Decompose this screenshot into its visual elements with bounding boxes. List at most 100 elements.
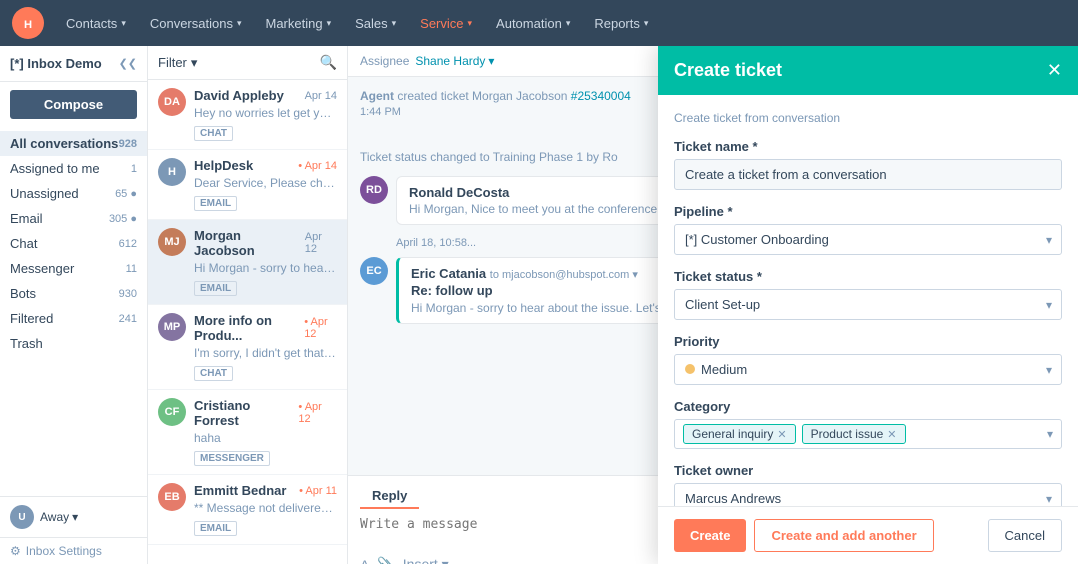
sidebar-item-email[interactable]: Email 305 ● [0, 206, 147, 231]
list-item[interactable]: MP More info on Produ... • Apr 12 I'm so… [148, 305, 347, 390]
sidebar-item-bots[interactable]: Bots 930 [0, 281, 147, 306]
conv-date: • Apr 14 [298, 160, 337, 172]
sidebar-item-label: Messenger [10, 261, 74, 276]
avatar: MJ [158, 228, 186, 256]
sidebar-item-unassigned[interactable]: Unassigned 65 ● [0, 181, 147, 206]
conv-name: More info on Produ... [194, 313, 304, 343]
conv-date: • Apr 12 [304, 316, 337, 340]
conv-name: David Appleby [194, 88, 284, 103]
sidebar-collapse[interactable]: ❮❮ [119, 57, 137, 70]
avatar: H [158, 158, 186, 186]
list-item[interactable]: DA David Appleby Apr 14 Hey no worries l… [148, 80, 347, 150]
avatar: RD [360, 176, 388, 204]
cancel-button[interactable]: Cancel [988, 519, 1062, 552]
owner-group: Ticket owner Marcus Andrews [674, 463, 1062, 506]
msg-sender: Eric Catania to mjacobson@hubspot.com ▾ [411, 266, 683, 281]
avatar: DA [158, 88, 186, 116]
assignee-label: Assignee [360, 54, 409, 68]
nav-contacts[interactable]: Contacts ▾ [56, 12, 136, 35]
nav-sales[interactable]: Sales ▾ [345, 12, 406, 35]
ticket-panel-body: Create ticket from conversation Ticket n… [658, 95, 1078, 506]
sidebar-item-count: 612 [119, 238, 137, 250]
svg-text:H: H [24, 19, 32, 31]
reply-tab[interactable]: Reply [360, 484, 419, 509]
nav-automation[interactable]: Automation ▾ [486, 12, 580, 35]
priority-select[interactable]: Medium [674, 354, 1062, 385]
sidebar-item-filtered[interactable]: Filtered 241 [0, 306, 147, 331]
conv-tag: EMAIL [194, 196, 237, 211]
close-button[interactable]: ✕ [1047, 60, 1062, 81]
nav-marketing[interactable]: Marketing ▾ [255, 12, 341, 35]
avatar: EB [158, 483, 186, 511]
list-item[interactable]: MJ Morgan Jacobson Apr 12 Hi Morgan - so… [148, 220, 347, 305]
sidebar-item-label: Email [10, 211, 43, 226]
conv-preview: Hi Morgan - sorry to hear about th... [194, 261, 337, 275]
ticket-panel-footer: Create Create and add another Cancel [658, 506, 1078, 564]
conv-tag: CHAT [194, 366, 233, 381]
text-format-icon[interactable]: A [360, 557, 369, 564]
nav-reports[interactable]: Reports ▾ [584, 12, 658, 35]
nav-conversations[interactable]: Conversations ▾ [140, 12, 252, 35]
sidebar-item-count: 305 ● [109, 213, 137, 225]
sidebar-item-all-conversations[interactable]: All conversations 928 [0, 131, 147, 156]
conversation-items: DA David Appleby Apr 14 Hey no worries l… [148, 80, 347, 564]
logo[interactable]: H [12, 7, 44, 39]
category-group: Category General inquiry ✕ Product issue… [674, 399, 1062, 449]
pipeline-group: Pipeline * [*] Customer Onboarding [674, 204, 1062, 255]
conv-date: Apr 12 [305, 231, 337, 255]
top-nav: H Contacts ▾ Conversations ▾ Marketing ▾… [0, 0, 1078, 46]
ticket-name-input[interactable] [674, 159, 1062, 190]
status-select[interactable]: Client Set-up [674, 289, 1062, 320]
ticket-subtitle: Create ticket from conversation [674, 111, 1062, 125]
list-item[interactable]: H HelpDesk • Apr 14 Dear Service, Please… [148, 150, 347, 220]
create-button[interactable]: Create [674, 519, 746, 552]
owner-label: Ticket owner [674, 463, 1062, 478]
avatar: EC [360, 257, 388, 285]
sidebar: [*] Inbox Demo ❮❮ Compose All conversati… [0, 46, 148, 564]
attachment-icon[interactable]: 📎 [377, 556, 394, 564]
ticket-name-group: Ticket name * [674, 139, 1062, 190]
sidebar-footer: U Away ▾ [0, 496, 147, 537]
priority-dot-icon [685, 364, 695, 374]
category-tag: Product issue ✕ [802, 424, 906, 444]
inbox-settings[interactable]: ⚙ Inbox Settings [0, 537, 147, 564]
create-add-another-button[interactable]: Create and add another [754, 519, 933, 552]
list-item[interactable]: EB Emmitt Bednar • Apr 11 ** Message not… [148, 475, 347, 545]
pipeline-select[interactable]: [*] Customer Onboarding [674, 224, 1062, 255]
ticket-name-label: Ticket name * [674, 139, 1062, 154]
conv-tag: CHAT [194, 126, 233, 141]
owner-select[interactable]: Marcus Andrews [674, 483, 1062, 506]
sidebar-item-count: 65 ● [115, 188, 137, 200]
insert-button[interactable]: Insert ▾ [403, 556, 449, 564]
pipeline-label: Pipeline * [674, 204, 1062, 219]
nav-sales-caret: ▾ [392, 18, 397, 29]
sidebar-item-trash[interactable]: Trash [0, 331, 147, 356]
sidebar-item-count: 928 [119, 138, 137, 150]
main-layout: [*] Inbox Demo ❮❮ Compose All conversati… [0, 46, 1078, 564]
category-select[interactable]: General inquiry ✕ Product issue ✕ ▾ [674, 419, 1062, 449]
conv-date: • Apr 11 [299, 485, 337, 497]
conv-tag: EMAIL [194, 521, 237, 536]
sidebar-item-assigned-to-me[interactable]: Assigned to me 1 [0, 156, 147, 181]
sidebar-item-chat[interactable]: Chat 612 [0, 231, 147, 256]
list-item[interactable]: CF Cristiano Forrest • Apr 12 haha MESSE… [148, 390, 347, 475]
sidebar-item-count: 1 [131, 163, 137, 175]
sidebar-item-count: 930 [119, 288, 137, 300]
sidebar-nav: All conversations 928 Assigned to me 1 U… [0, 127, 147, 496]
nav-service-caret: ▾ [468, 18, 473, 29]
sidebar-item-count: 11 [126, 263, 137, 275]
remove-category-tag[interactable]: ✕ [777, 428, 786, 441]
msg-preview: Hi Morgan - sorry to hear about the issu… [411, 301, 683, 315]
away-status[interactable]: Away ▾ [40, 510, 78, 524]
nav-service[interactable]: Service ▾ [410, 12, 482, 35]
assignee-name[interactable]: Shane Hardy ▾ [415, 54, 494, 68]
filter-caret-icon: ▾ [191, 55, 198, 71]
compose-button[interactable]: Compose [10, 90, 137, 119]
search-button[interactable]: 🔍 [320, 54, 337, 71]
remove-category-tag[interactable]: ✕ [887, 428, 896, 441]
sidebar-item-messenger[interactable]: Messenger 11 [0, 256, 147, 281]
status-group: Ticket status * Client Set-up [674, 269, 1062, 320]
filter-button[interactable]: Filter ▾ [158, 55, 197, 71]
nav-conversations-caret: ▾ [237, 18, 242, 29]
nav-automation-caret: ▾ [566, 18, 571, 29]
